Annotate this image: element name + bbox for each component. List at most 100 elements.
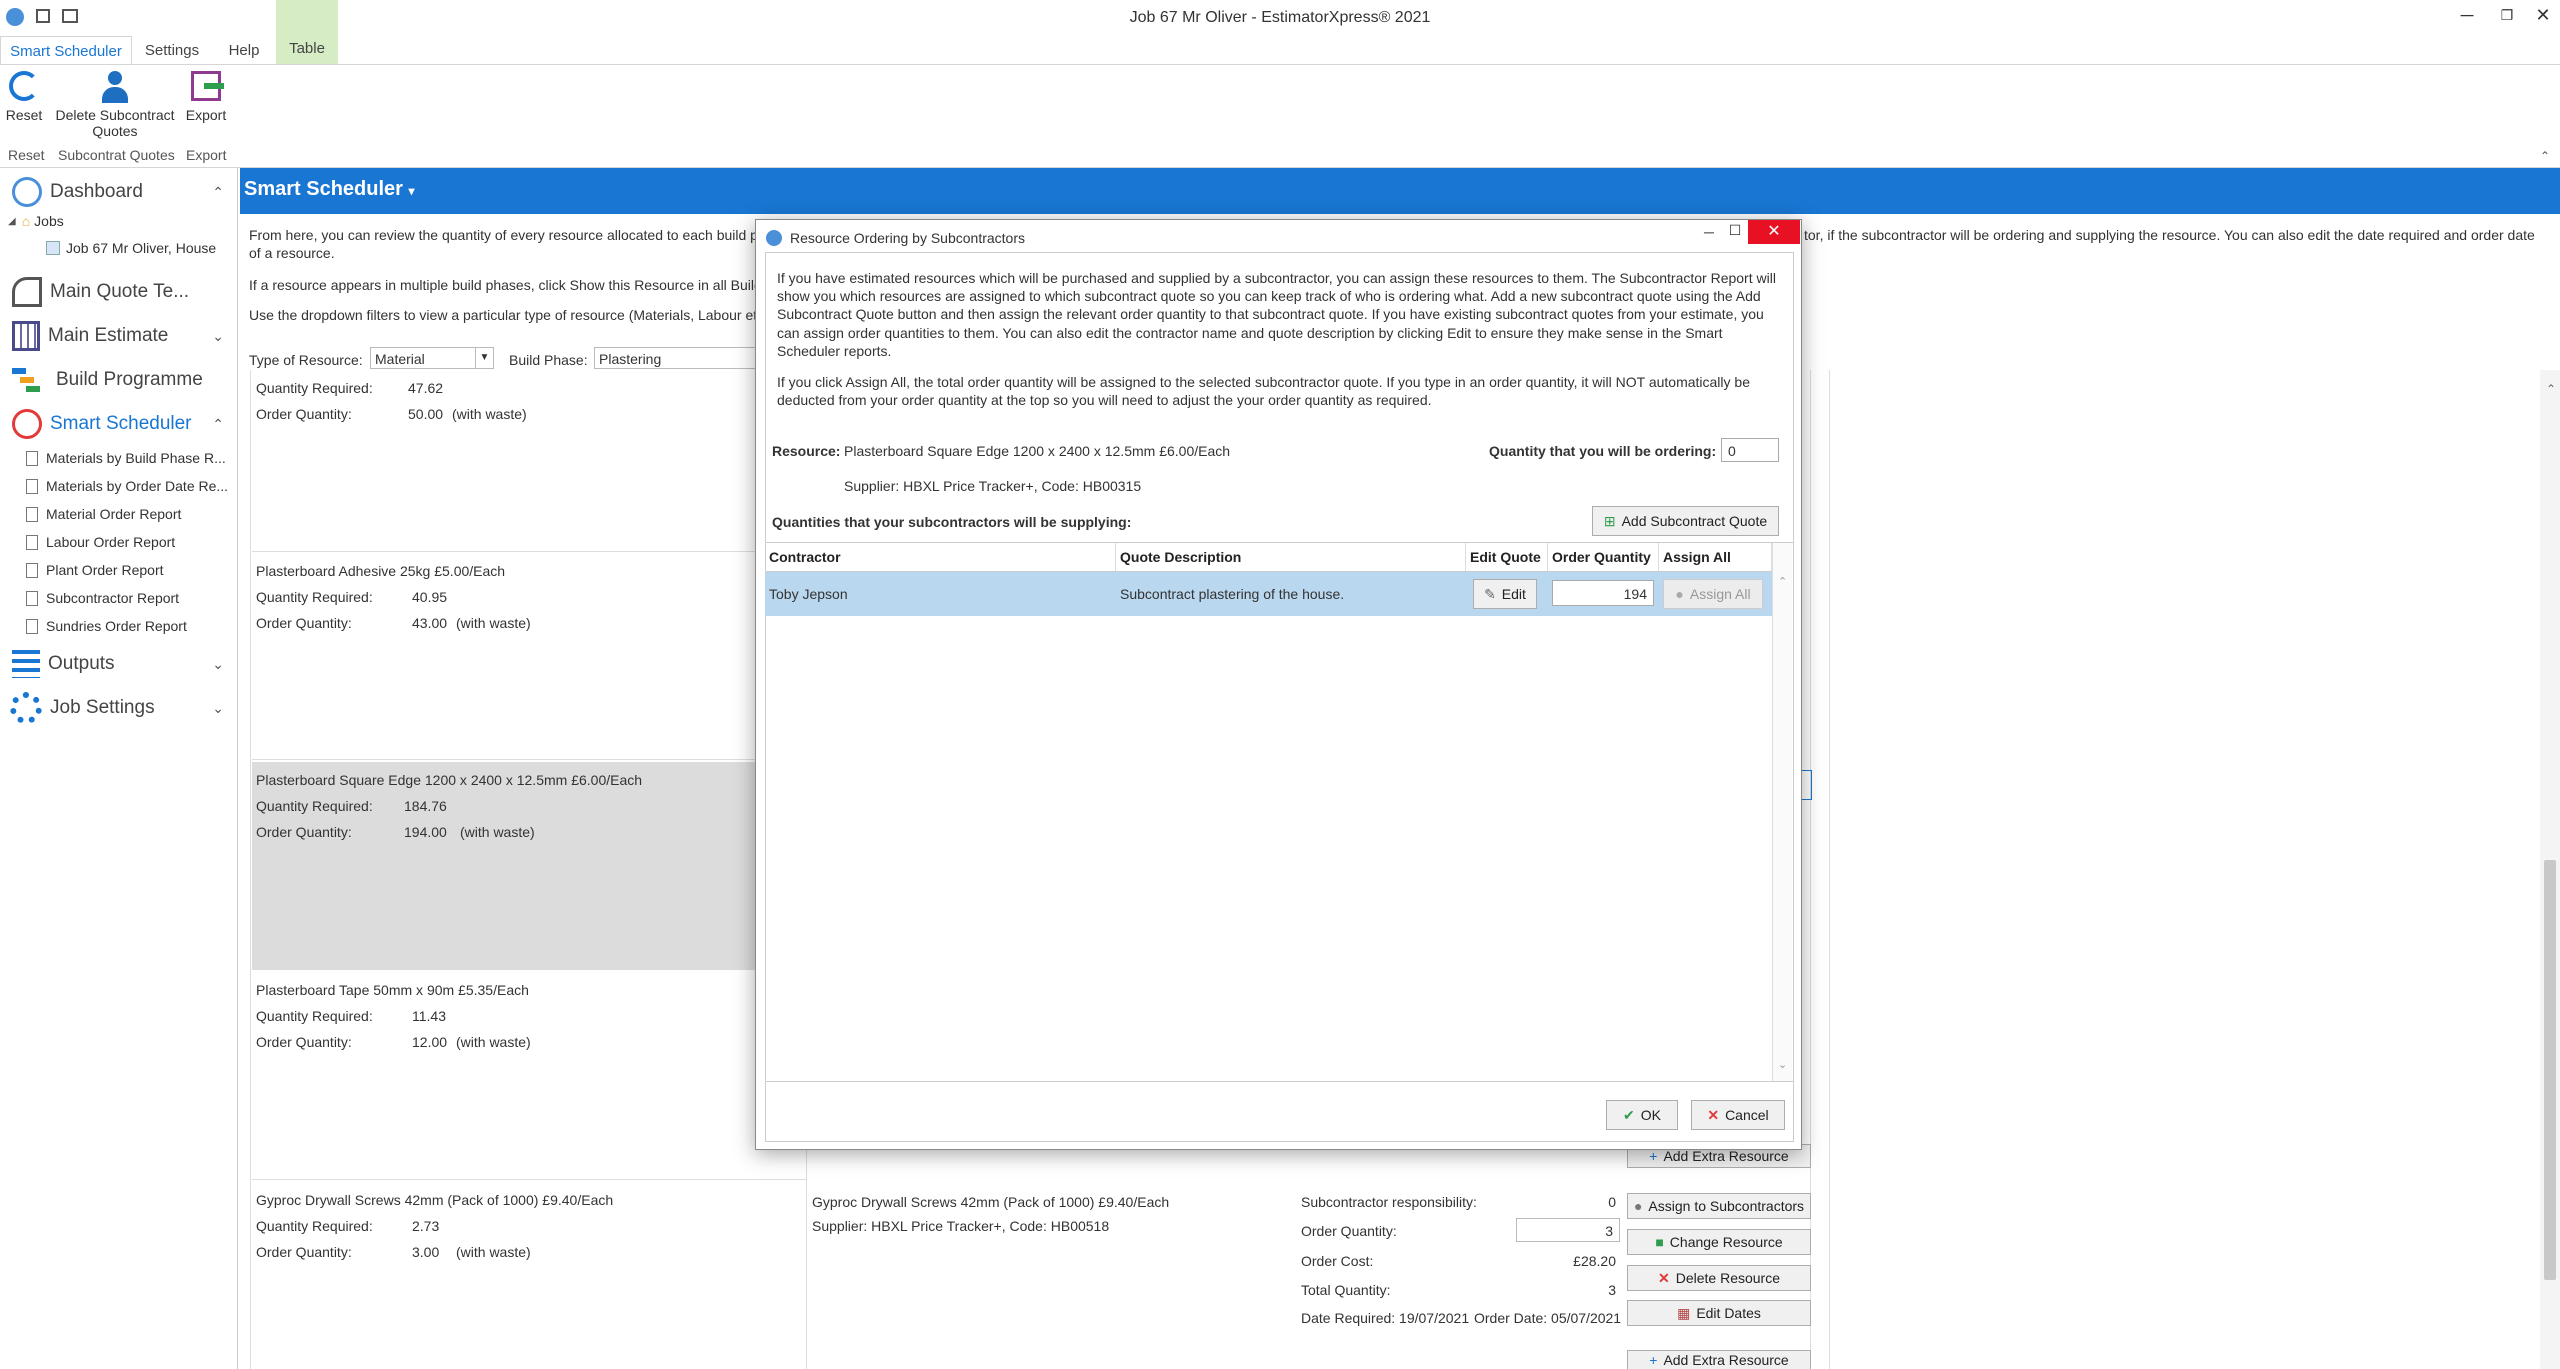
- folder-icon: ⌂: [21, 213, 31, 229]
- column-header-assign-all[interactable]: Assign All: [1659, 543, 1772, 571]
- tree-jobs[interactable]: ◢ ⌂ Jobs: [8, 213, 64, 229]
- order-cost-label: Order Cost:: [1301, 1253, 1374, 1269]
- assign-all-button[interactable]: ● Assign All: [1663, 579, 1763, 609]
- sidebar-item-main-quote[interactable]: Main Quote Te...: [0, 272, 238, 312]
- list-icon: [12, 650, 40, 678]
- page-scrollbar[interactable]: ⌃: [2540, 370, 2560, 1369]
- sidebar-sub-subcontractor[interactable]: Subcontractor Report: [26, 590, 179, 606]
- intro-text-1c: of a resource.: [249, 245, 335, 261]
- intro-text-1b: tor, if the subcontractor will be orderi…: [1804, 227, 2535, 243]
- tab-smart-scheduler[interactable]: Smart Scheduler: [0, 36, 132, 64]
- export-button[interactable]: Export: [184, 69, 228, 123]
- sidebar-item-main-estimate[interactable]: Main Estimate ⌄: [0, 316, 238, 356]
- cell-quote-description: Subcontract plastering of the house.: [1120, 586, 1345, 602]
- reset-icon: [9, 71, 39, 101]
- tree-job-item[interactable]: Job 67 Mr Oliver, House: [46, 240, 216, 256]
- sub-responsibility-label: Subcontractor responsibility:: [1301, 1194, 1477, 1210]
- title-bar: Job 67 Mr Oliver - EstimatorXpress® 2021…: [0, 0, 2560, 36]
- dialog-close-icon[interactable]: ✕: [1748, 220, 1800, 244]
- x-icon: ✕: [1657, 1269, 1670, 1286]
- resource-label: Resource:: [772, 443, 841, 459]
- edit-quote-button[interactable]: ✎ Edit: [1473, 579, 1537, 609]
- sidebar-item-outputs[interactable]: Outputs ⌄: [0, 644, 238, 684]
- close-icon[interactable]: ✕: [2520, 0, 2560, 30]
- ordering-quantity-label: Quantity that you will be ordering:: [1489, 443, 1717, 459]
- collapse-ribbon-icon[interactable]: ⌃: [2540, 149, 2550, 163]
- order-quantity-cell-input[interactable]: 194: [1552, 580, 1654, 606]
- check-icon: ✔: [1623, 1106, 1635, 1123]
- scroll-up-icon[interactable]: ⌃: [2546, 382, 2556, 396]
- edit-dates-button[interactable]: ▦ Edit Dates: [1627, 1300, 1811, 1326]
- sub-responsibility-value: 0: [1608, 1194, 1616, 1210]
- chevron-down-icon: ⌄: [212, 699, 224, 716]
- resource-ordering-dialog: Resource Ordering by Subcontractors ─ ☐ …: [755, 219, 1802, 1150]
- gantt-icon: [12, 366, 42, 394]
- tab-settings[interactable]: Settings: [136, 36, 208, 64]
- add-extra-resource-button[interactable]: + Add Extra Resource: [1627, 1350, 1811, 1369]
- gear-icon: [10, 692, 42, 724]
- resource-card[interactable]: Quantity Required: 47.62 Order Quantity:…: [252, 372, 807, 552]
- chevron-down-icon: ⌄: [212, 655, 224, 672]
- plus-icon: +: [1649, 1148, 1658, 1164]
- sidebar-item-job-settings[interactable]: Job Settings ⌄: [0, 688, 238, 728]
- column-header-quote-description[interactable]: Quote Description: [1116, 543, 1466, 571]
- scroll-thumb[interactable]: [2544, 860, 2556, 1280]
- document-icon: [26, 534, 38, 550]
- detail-resource-name: Gyproc Drywall Screws 42mm (Pack of 1000…: [812, 1194, 1170, 1210]
- change-resource-button[interactable]: ■ Change Resource: [1627, 1229, 1811, 1255]
- sidebar-sub-material-order[interactable]: Material Order Report: [26, 506, 181, 522]
- dialog-minimize-icon[interactable]: ─: [1698, 224, 1720, 244]
- cancel-button[interactable]: ✕ Cancel: [1691, 1100, 1785, 1130]
- resource-card-selected[interactable]: Plasterboard Square Edge 1200 x 2400 x 1…: [252, 762, 807, 970]
- build-phase-select[interactable]: Plastering: [594, 347, 764, 369]
- house-icon: [46, 241, 60, 255]
- column-header-edit-quote[interactable]: Edit Quote: [1466, 543, 1548, 571]
- tab-table[interactable]: Table: [276, 0, 338, 64]
- page-title[interactable]: Smart Scheduler ▾: [244, 178, 415, 201]
- dialog-info-1: If you have estimated resources which wi…: [777, 270, 1776, 359]
- resource-card[interactable]: Plasterboard Adhesive 25kg £5.00/Each Qu…: [252, 555, 807, 760]
- sidebar-sub-plant-order[interactable]: Plant Order Report: [26, 562, 164, 578]
- sidebar-sub-materials-by-date[interactable]: Materials by Order Date Re...: [26, 478, 228, 494]
- sidebar-sub-labour-order[interactable]: Labour Order Report: [26, 534, 175, 550]
- build-phase-label: Build Phase:: [509, 352, 588, 368]
- group-subcontract-label: Subcontrat Quotes: [58, 147, 175, 163]
- resource-card[interactable]: Gyproc Drywall Screws 42mm (Pack of 1000…: [252, 1182, 807, 1369]
- scroll-up-icon[interactable]: ⌃: [1778, 575, 1787, 588]
- scroll-down-icon[interactable]: ⌄: [1778, 1058, 1787, 1071]
- person-icon: ●: [1675, 586, 1684, 602]
- table-row[interactable]: Toby Jepson Subcontract plastering of th…: [765, 572, 1772, 616]
- hidden-button-edge: [1802, 770, 1812, 800]
- sidebar-sub-materials-by-phase[interactable]: Materials by Build Phase R...: [26, 450, 226, 466]
- grid-scrollbar[interactable]: ⌃ ⌄: [1772, 543, 1792, 1081]
- delete-resource-button[interactable]: ✕ Delete Resource: [1627, 1265, 1811, 1291]
- document-icon: [26, 506, 38, 522]
- type-of-resource-label: Type of Resource:: [249, 352, 363, 368]
- total-quantity-label: Total Quantity:: [1301, 1282, 1391, 1298]
- column-divider: [1810, 370, 1811, 1369]
- resource-card[interactable]: Plasterboard Tape 50mm x 90m £5.35/Each …: [252, 972, 807, 1180]
- plus-icon: +: [1649, 1352, 1658, 1368]
- document-icon: [26, 478, 38, 494]
- delete-subcontract-quotes-button[interactable]: Delete Subcontract Quotes: [52, 69, 178, 139]
- dialog-maximize-icon[interactable]: ☐: [1724, 222, 1746, 242]
- sidebar-sub-sundries[interactable]: Sundries Order Report: [26, 618, 187, 634]
- sidebar-item-build-programme[interactable]: Build Programme: [0, 360, 238, 400]
- column-header-contractor[interactable]: Contractor: [765, 543, 1116, 571]
- type-of-resource-select[interactable]: Material ▼: [370, 347, 494, 369]
- dashboard-icon: [12, 177, 42, 207]
- add-subcontract-quote-button[interactable]: ⊞ Add Subcontract Quote: [1592, 506, 1779, 536]
- dialog-title: Resource Ordering by Subcontractors: [790, 230, 1025, 246]
- main-header-bar: [240, 168, 2560, 214]
- ok-button[interactable]: ✔ OK: [1606, 1100, 1678, 1130]
- assign-to-subcontractors-button[interactable]: ● Assign to Subcontractors: [1627, 1193, 1811, 1219]
- date-required: Date Required: 19/07/2021: [1301, 1310, 1470, 1326]
- sidebar-item-smart-scheduler[interactable]: Smart Scheduler ⌃: [0, 404, 238, 444]
- tab-help[interactable]: Help: [214, 36, 274, 64]
- sidebar-item-dashboard[interactable]: Dashboard ⌃: [0, 172, 238, 212]
- ordering-quantity-input[interactable]: 0: [1721, 438, 1779, 462]
- order-quantity-input[interactable]: 3: [1516, 1218, 1620, 1242]
- column-header-order-quantity[interactable]: Order Quantity: [1548, 543, 1659, 571]
- reset-button[interactable]: Reset: [2, 69, 46, 123]
- chevron-down-icon: ⌄: [212, 327, 224, 344]
